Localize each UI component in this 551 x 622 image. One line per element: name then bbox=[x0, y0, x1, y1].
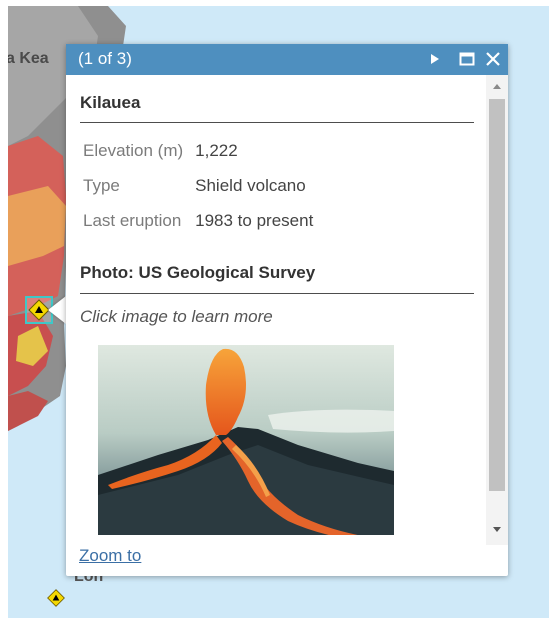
popup-content: Kilauea Elevation (m) 1,222 Type Shield … bbox=[66, 75, 486, 535]
popup-window: (1 of 3) Kilauea Elevation (m) 1,222 Typ… bbox=[66, 44, 508, 576]
volcano-photo[interactable] bbox=[98, 345, 394, 535]
table-row: Elevation (m) 1,222 bbox=[80, 133, 317, 168]
photo-credit-title: Photo: US Geological Survey bbox=[80, 263, 316, 282]
close-button[interactable] bbox=[484, 50, 502, 68]
popup-pointer bbox=[48, 296, 66, 324]
field-name: Last eruption bbox=[83, 210, 182, 230]
popup-scrollbar[interactable] bbox=[486, 75, 508, 545]
scroll-down-icon[interactable] bbox=[491, 523, 503, 535]
popup-feature-count: (1 of 3) bbox=[78, 49, 132, 68]
table-row: Last eruption 1983 to present bbox=[80, 203, 317, 238]
next-feature-button[interactable] bbox=[426, 50, 444, 68]
field-name: Type bbox=[83, 175, 120, 195]
popup-header: (1 of 3) bbox=[66, 44, 508, 75]
maximize-button[interactable] bbox=[458, 50, 476, 68]
maximize-icon bbox=[459, 52, 475, 66]
field-value: Shield volcano bbox=[195, 175, 306, 195]
map-label-mauna-kea: a Kea bbox=[8, 50, 49, 67]
zoom-to-link[interactable]: Zoom to bbox=[79, 546, 141, 566]
scroll-up-icon[interactable] bbox=[491, 81, 503, 93]
scrollbar-thumb[interactable] bbox=[489, 99, 505, 491]
field-value: 1983 to present bbox=[195, 210, 314, 230]
next-arrow-icon bbox=[431, 54, 439, 64]
close-icon bbox=[486, 52, 500, 66]
photo-caption: Click image to learn more bbox=[80, 307, 273, 326]
attribute-table: Elevation (m) 1,222 Type Shield volcano … bbox=[80, 133, 317, 238]
table-row: Type Shield volcano bbox=[80, 168, 317, 203]
volcano-marker[interactable] bbox=[46, 588, 65, 607]
divider bbox=[80, 122, 474, 123]
volcano-marker-icon bbox=[47, 589, 65, 607]
field-name: Elevation (m) bbox=[83, 140, 184, 160]
divider bbox=[80, 293, 474, 294]
field-value: 1,222 bbox=[195, 140, 238, 160]
feature-title: Kilauea bbox=[80, 93, 141, 112]
